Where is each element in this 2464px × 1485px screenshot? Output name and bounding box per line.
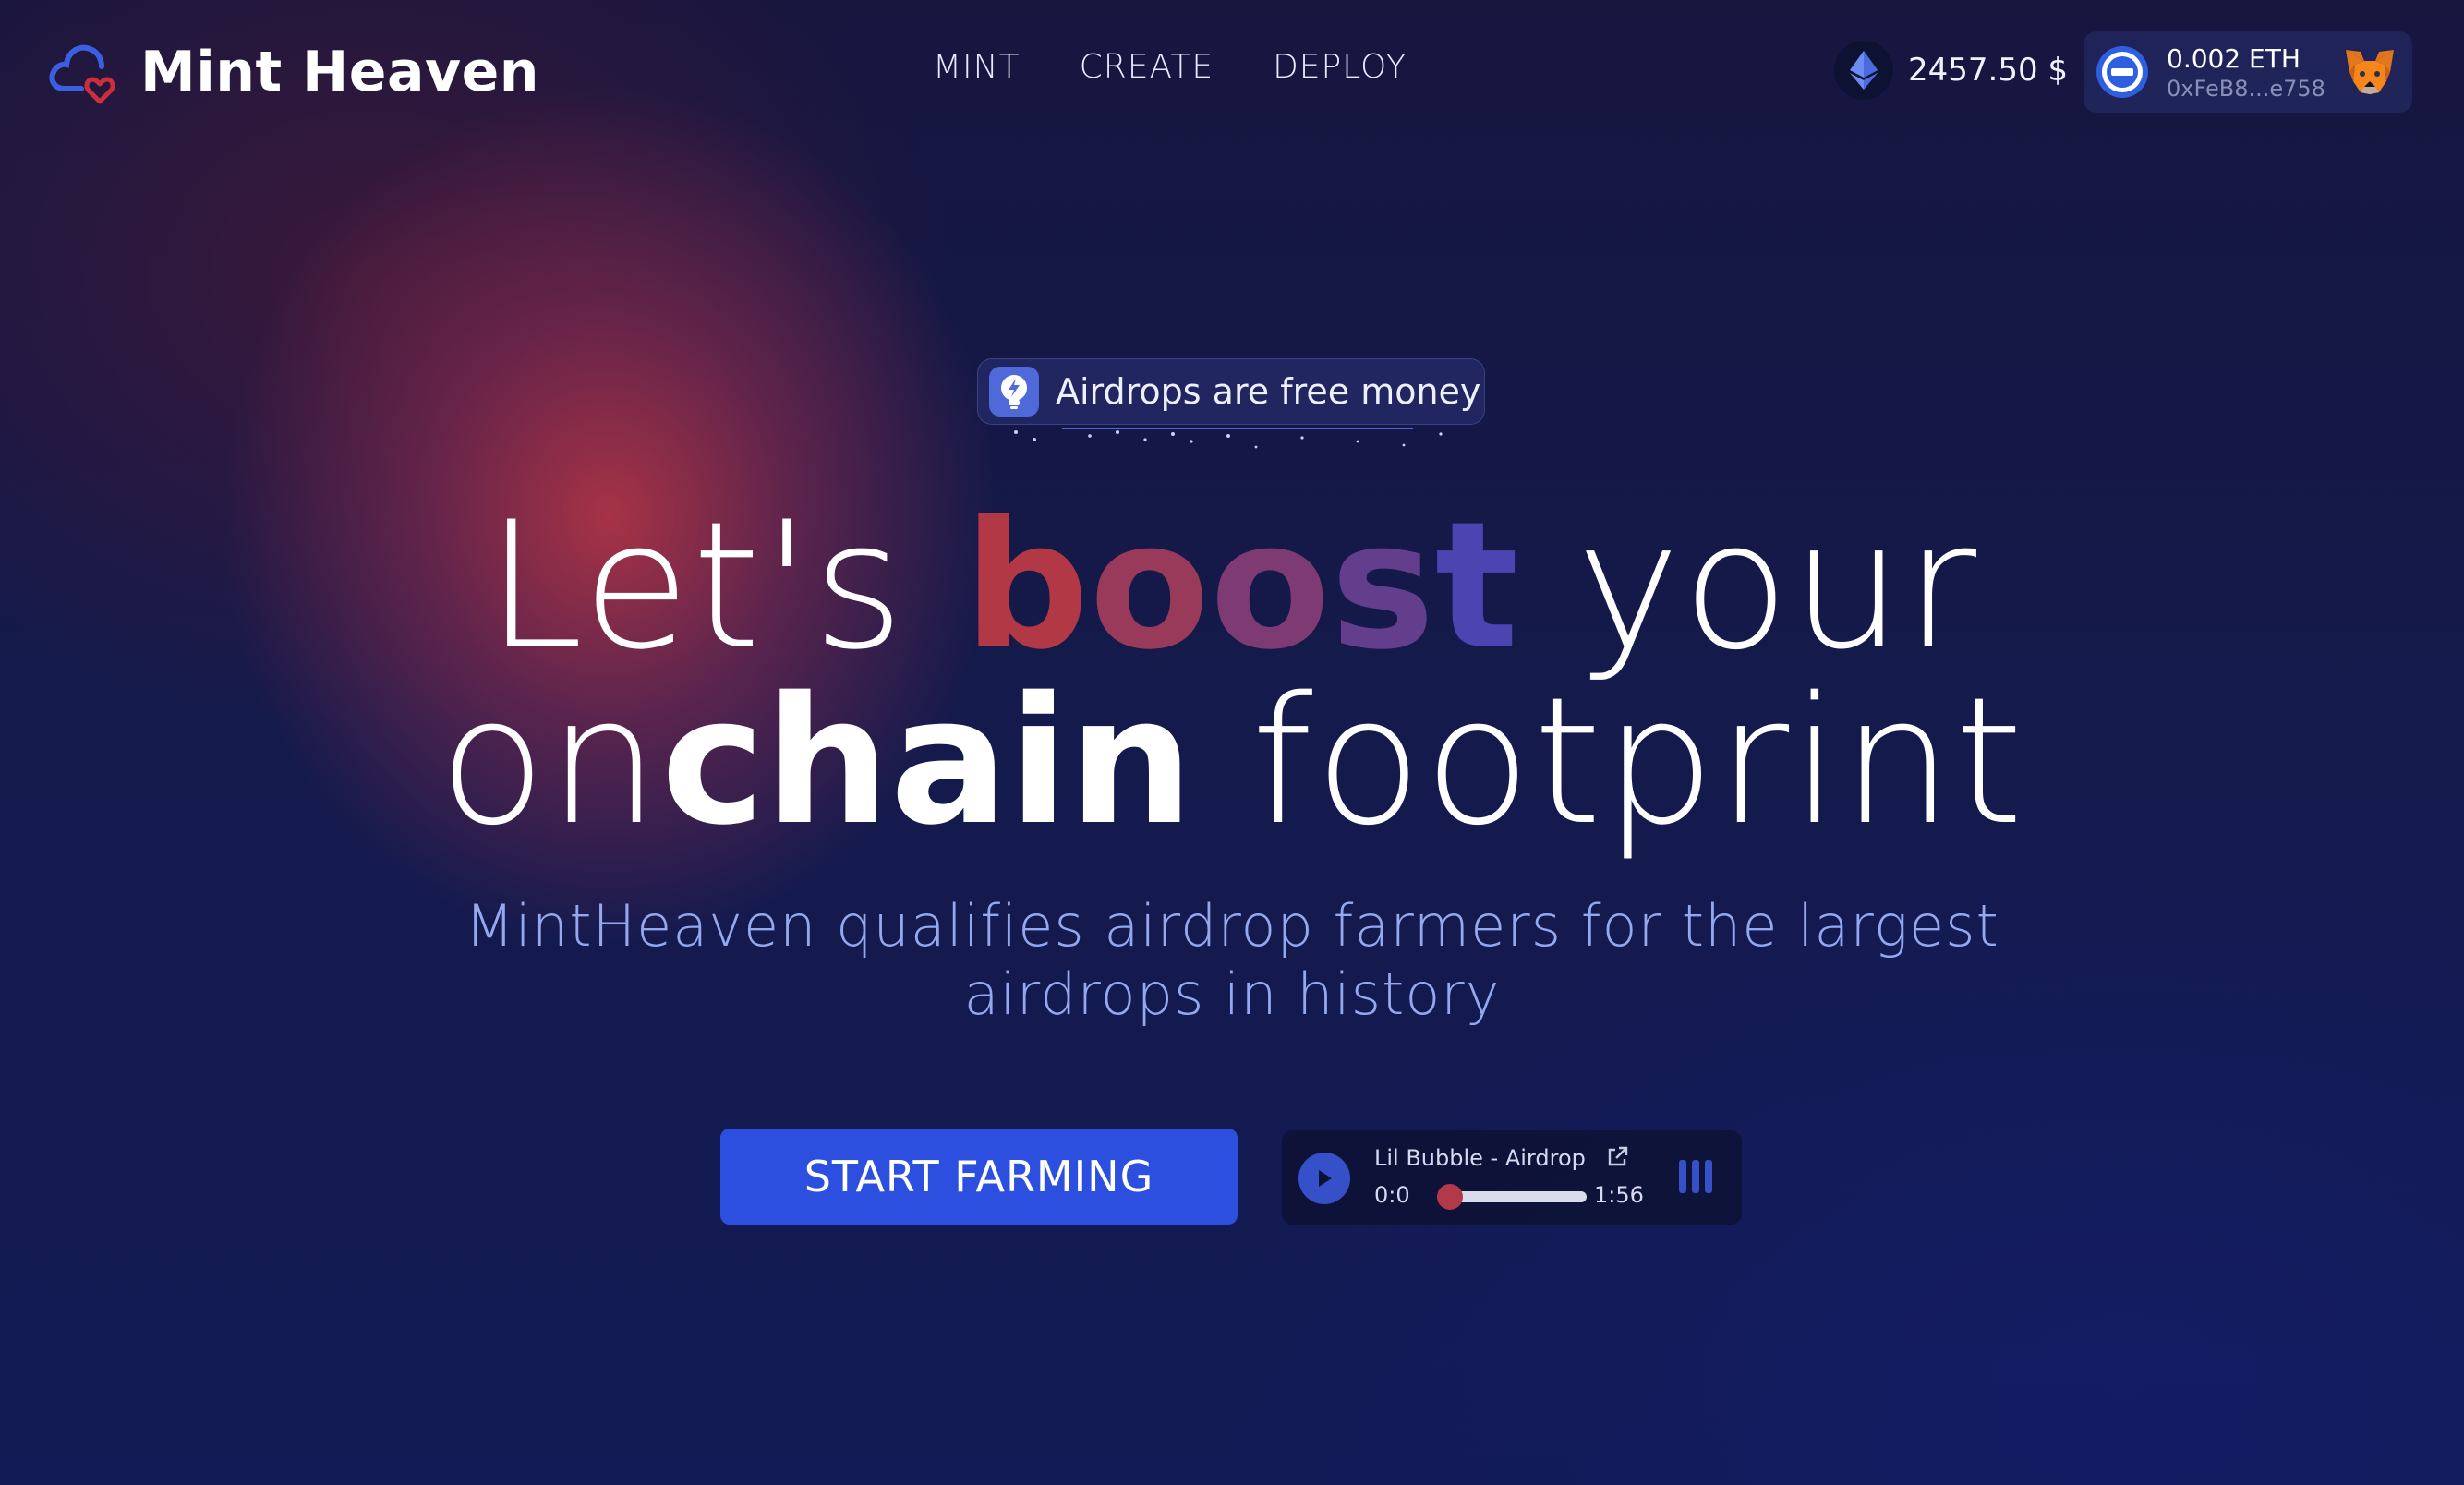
headline-lets: Let's [485, 484, 964, 688]
cloud-heart-icon [49, 44, 115, 104]
progress-slider[interactable] [1437, 1184, 1587, 1210]
time-total: 1:56 [1594, 1182, 1644, 1208]
progress-thumb[interactable] [1437, 1184, 1463, 1210]
promo-badge: Airdrops are free money [977, 358, 1485, 425]
track-title: Lil Bubble - Airdrop [1374, 1145, 1586, 1171]
time-current: 0:0 [1374, 1182, 1410, 1208]
headline-on: on [439, 659, 661, 863]
wallet-button[interactable]: 0.002 ETH 0xFeB8...e758 [2084, 31, 2412, 113]
wallet-address: 0xFeB8...e758 [2167, 75, 2325, 102]
nav-create[interactable]: CREATE [1080, 48, 1214, 86]
boost-letter: s [1330, 484, 1435, 688]
headline-your: your [1518, 484, 1979, 688]
wallet-connect-icon [2096, 46, 2148, 98]
eth-price-display: 2457.50 $ [1834, 41, 2068, 100]
subtitle-line-2: airdrops in history [963, 960, 1501, 1028]
subtitle-line-1: MintHeaven qualifies airdrop farmers for… [465, 892, 1999, 960]
brand-logo[interactable]: Mint Heaven [48, 37, 539, 107]
wallet-info: 0.002 ETH 0xFeB8...e758 [2167, 43, 2325, 102]
boost-letter: o [1089, 484, 1210, 688]
equalizer-icon[interactable] [1675, 1156, 1716, 1197]
badge-sparkles [1014, 428, 1443, 449]
headline-line-2: onchain footprint [0, 674, 2464, 850]
audio-player: Lil Bubble - Airdrop 0:0 1:56 [1282, 1130, 1742, 1225]
metamask-fox-icon [2346, 50, 2394, 94]
headline-chain: chain [660, 659, 1194, 863]
play-button[interactable] [1298, 1153, 1350, 1204]
brand-name: Mint Heaven [140, 40, 539, 104]
headline-boost: boost [963, 484, 1518, 688]
ethereum-icon [1834, 41, 1893, 100]
headline-footprint: footprint [1193, 659, 2025, 863]
external-link-icon[interactable] [1603, 1143, 1631, 1171]
wallet-balance: 0.002 ETH [2167, 42, 2301, 74]
start-farming-button[interactable]: START FARMING [720, 1129, 1238, 1225]
nav-mint[interactable]: MINT [933, 48, 1021, 86]
headline-line-1: Let's boost your [0, 499, 2464, 674]
lightbulb-bolt-icon [989, 367, 1039, 417]
boost-letter: b [963, 484, 1090, 688]
nav-deploy[interactable]: DEPLOY [1273, 48, 1407, 86]
hero-subtitle: MintHeaven qualifies airdrop farmers for… [0, 892, 2464, 1029]
header: Mint Heaven MINT CREATE DEPLOY 2457.50 $ [0, 0, 2464, 148]
badge-text: Airdrops are free money [1056, 371, 1481, 412]
eth-price: 2457.50 $ [1908, 52, 2069, 89]
boost-letter: o [1210, 484, 1331, 688]
boost-letter: t [1434, 484, 1519, 688]
main-nav: MINT CREATE DEPLOY [933, 48, 1407, 86]
play-icon [1319, 1170, 1332, 1187]
